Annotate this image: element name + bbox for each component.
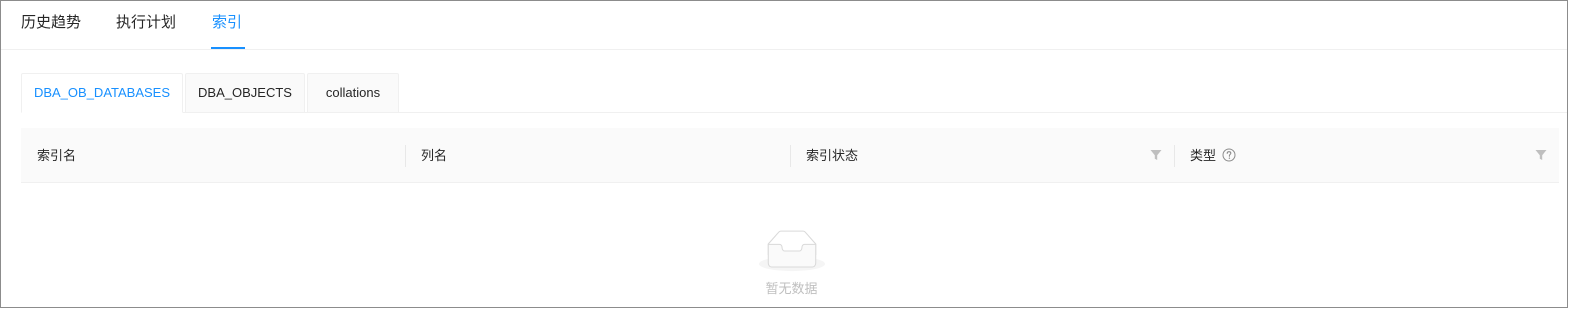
tab-index[interactable]: 索引 <box>212 13 242 33</box>
tab-execution-plan[interactable]: 执行计划 <box>116 13 176 33</box>
index-table-header: 索引名 列名 索引状态 类型 <box>21 128 1559 183</box>
top-tab-bar: 历史趋势 执行计划 索引 <box>1 1 1567 50</box>
question-circle-icon[interactable] <box>1222 148 1236 162</box>
tab-collations[interactable]: collations <box>307 73 399 113</box>
column-divider <box>405 145 406 167</box>
tab-dba-objects[interactable]: DBA_OBJECTS <box>185 73 305 113</box>
column-header-index-status: 索引状态 <box>806 148 859 163</box>
tab-history-trend[interactable]: 历史趋势 <box>21 13 81 33</box>
tab-dba-ob-databases[interactable]: DBA_OB_DATABASES <box>21 73 183 113</box>
filter-icon[interactable] <box>1150 149 1162 161</box>
index-panel: 历史趋势 执行计划 索引 DBA_OB_DATABASES DBA_OBJECT… <box>0 0 1568 308</box>
column-header-index-name: 索引名 <box>37 148 77 163</box>
filter-icon[interactable] <box>1535 149 1547 161</box>
column-divider <box>1174 145 1175 167</box>
table-tab-bar: DBA_OB_DATABASES DBA_OBJECTS collations <box>21 73 1567 113</box>
active-tab-indicator <box>211 47 245 49</box>
empty-state: 暂无数据 <box>1 183 1567 307</box>
column-divider <box>790 145 791 167</box>
column-header-type: 类型 <box>1190 148 1217 163</box>
column-header-column-name: 列名 <box>421 148 448 163</box>
empty-inbox-icon <box>759 230 825 272</box>
empty-text: 暂无数据 <box>765 281 818 296</box>
